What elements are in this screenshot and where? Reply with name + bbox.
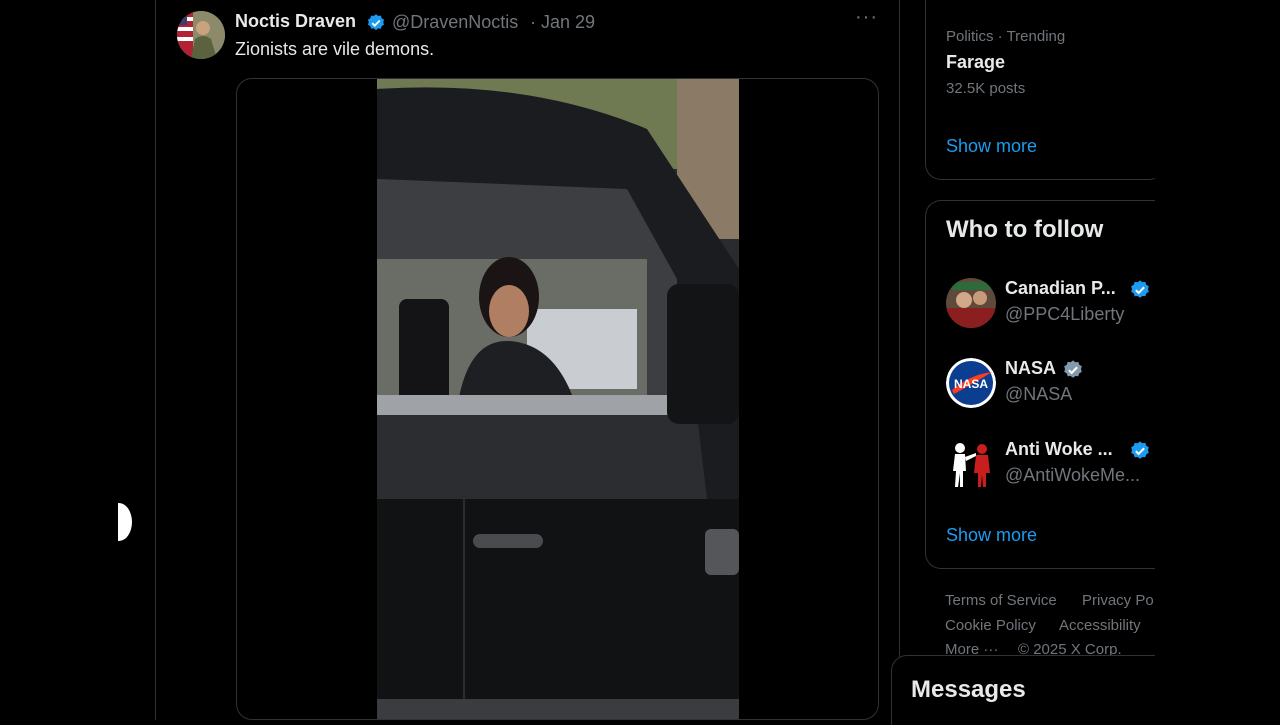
tweet-text: Zionists are vile demons. [235, 39, 435, 59]
trend-post-count: 32.5K posts [946, 80, 1026, 97]
footer-cookie-link[interactable]: Cookie Policy [945, 617, 1036, 634]
verified-badge-icon [366, 13, 386, 33]
tweet-media[interactable] [236, 78, 879, 720]
account-name[interactable]: NASA [1005, 358, 1056, 379]
footer-terms-link[interactable]: Terms of Service [945, 592, 1057, 609]
trend-name[interactable]: Farage [946, 52, 1005, 73]
account-avatar[interactable] [946, 439, 996, 489]
nasa-logo-icon[interactable]: NASA [946, 358, 996, 408]
tweet-date[interactable]: Jan 29 [541, 12, 595, 33]
svg-text:NASA: NASA [954, 377, 988, 391]
trends-show-more-link[interactable]: Show more [946, 136, 1037, 157]
more-options-icon[interactable]: ··· [855, 6, 878, 29]
verified-badge-icon [1129, 440, 1151, 462]
account-avatar[interactable] [946, 278, 996, 328]
verified-badge-icon [1129, 279, 1151, 301]
author-handle[interactable]: @DravenNoctis [392, 12, 518, 33]
footer-accessibility-link[interactable]: Accessibility [1059, 617, 1141, 634]
footer-privacy-link[interactable]: Privacy Po [1082, 592, 1154, 609]
account-handle[interactable]: @AntiWokeMe... [1005, 465, 1140, 486]
account-handle[interactable]: @NASA [1005, 384, 1072, 405]
scroll-indicator-icon [118, 503, 132, 541]
right-margin [1155, 0, 1280, 720]
author-name[interactable]: Noctis Draven [235, 11, 356, 32]
who-to-follow-title: Who to follow [946, 216, 1104, 243]
verified-badge-gray-icon [1062, 359, 1084, 381]
account-handle[interactable]: @PPC4Liberty [1005, 304, 1124, 325]
trend-meta: Politics · Trending [946, 28, 1066, 45]
video-frame[interactable] [377, 79, 739, 719]
follow-show-more-link[interactable]: Show more [946, 525, 1037, 546]
messages-title[interactable]: Messages [911, 676, 1026, 704]
separator: · [530, 12, 536, 32]
account-name[interactable]: Canadian P... [1005, 278, 1116, 299]
author-avatar[interactable] [177, 11, 225, 59]
account-name[interactable]: Anti Woke ... [1005, 439, 1113, 460]
